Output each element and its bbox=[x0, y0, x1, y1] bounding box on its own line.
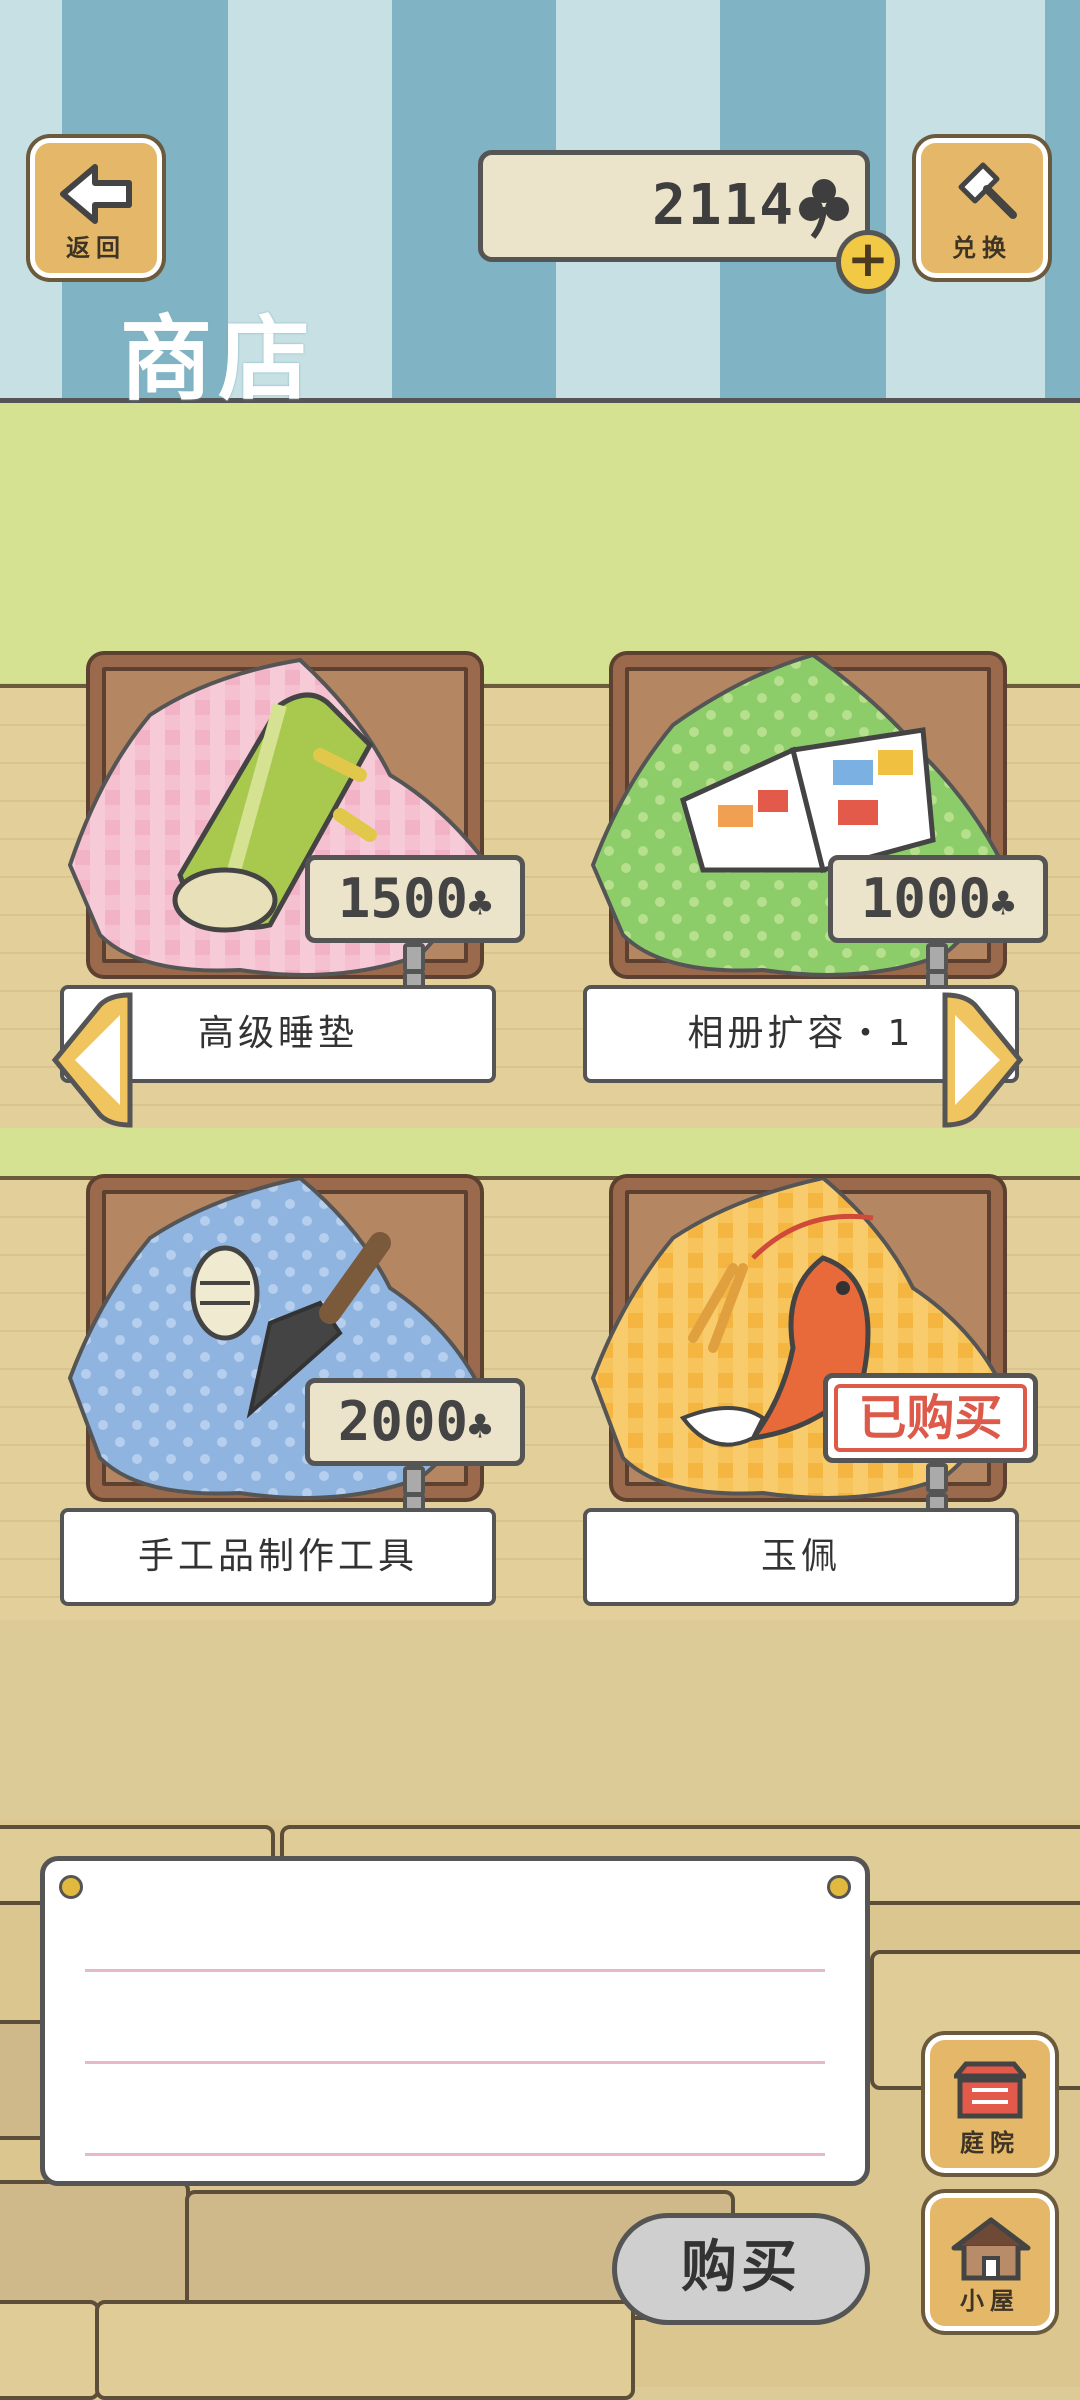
price-tag: 1500♣ bbox=[305, 855, 525, 943]
item-description-board bbox=[40, 1856, 870, 2186]
price-tag: 1000♣ bbox=[828, 855, 1048, 943]
price-value: 1000 bbox=[860, 867, 991, 930]
floor bbox=[0, 1620, 1080, 1820]
clover-icon bbox=[799, 179, 849, 239]
add-coins-button[interactable]: + bbox=[836, 230, 900, 294]
price-value: 2000 bbox=[337, 1390, 468, 1453]
back-arrow-icon bbox=[60, 164, 132, 224]
house-label: 小屋 bbox=[960, 2287, 1020, 2315]
wall-gap bbox=[0, 1128, 1080, 1176]
item-card-craft-tools[interactable]: 2000♣ 手工品制作工具 bbox=[60, 1178, 525, 1608]
pin-icon bbox=[827, 1875, 851, 1899]
page-title: 商店 bbox=[120, 306, 317, 413]
bell-icon bbox=[958, 162, 1017, 219]
next-page-arrow[interactable] bbox=[935, 990, 1025, 1130]
back-button[interactable]: 返回 bbox=[30, 138, 162, 278]
back-label: 返回 bbox=[66, 234, 126, 262]
sold-badge: 已购买 bbox=[823, 1373, 1038, 1463]
item-card-jade-pendant[interactable]: 已购买 玉佩 bbox=[583, 1178, 1038, 1608]
price-tag: 2000♣ bbox=[305, 1378, 525, 1466]
item-name: 玉佩 bbox=[583, 1508, 1019, 1606]
house-icon bbox=[951, 2217, 1031, 2281]
tag-clip bbox=[926, 943, 948, 973]
coin-balance: 2114 bbox=[478, 150, 870, 262]
exchange-button[interactable]: 兑换 bbox=[916, 138, 1048, 278]
yard-gate-icon bbox=[954, 2061, 1026, 2119]
yard-button[interactable]: 庭院 bbox=[925, 2035, 1055, 2173]
yard-label: 庭院 bbox=[960, 2129, 1020, 2157]
clover-icon: ♣ bbox=[990, 881, 1016, 927]
clover-icon: ♣ bbox=[467, 881, 493, 927]
price-value: 1500 bbox=[337, 867, 468, 930]
tag-clip bbox=[403, 943, 425, 973]
tag-clip bbox=[403, 1466, 425, 1496]
prev-page-arrow[interactable] bbox=[50, 990, 140, 1130]
tag-clip bbox=[926, 1463, 948, 1493]
wall bbox=[0, 403, 1080, 683]
clover-icon: ♣ bbox=[467, 1404, 493, 1450]
buy-button[interactable]: 购买 bbox=[612, 2213, 870, 2325]
item-name: 手工品制作工具 bbox=[60, 1508, 496, 1606]
pin-icon bbox=[59, 1875, 83, 1899]
coin-value: 2114 bbox=[652, 173, 795, 238]
house-button[interactable]: 小屋 bbox=[925, 2193, 1055, 2331]
exchange-label: 兑换 bbox=[952, 234, 1012, 262]
